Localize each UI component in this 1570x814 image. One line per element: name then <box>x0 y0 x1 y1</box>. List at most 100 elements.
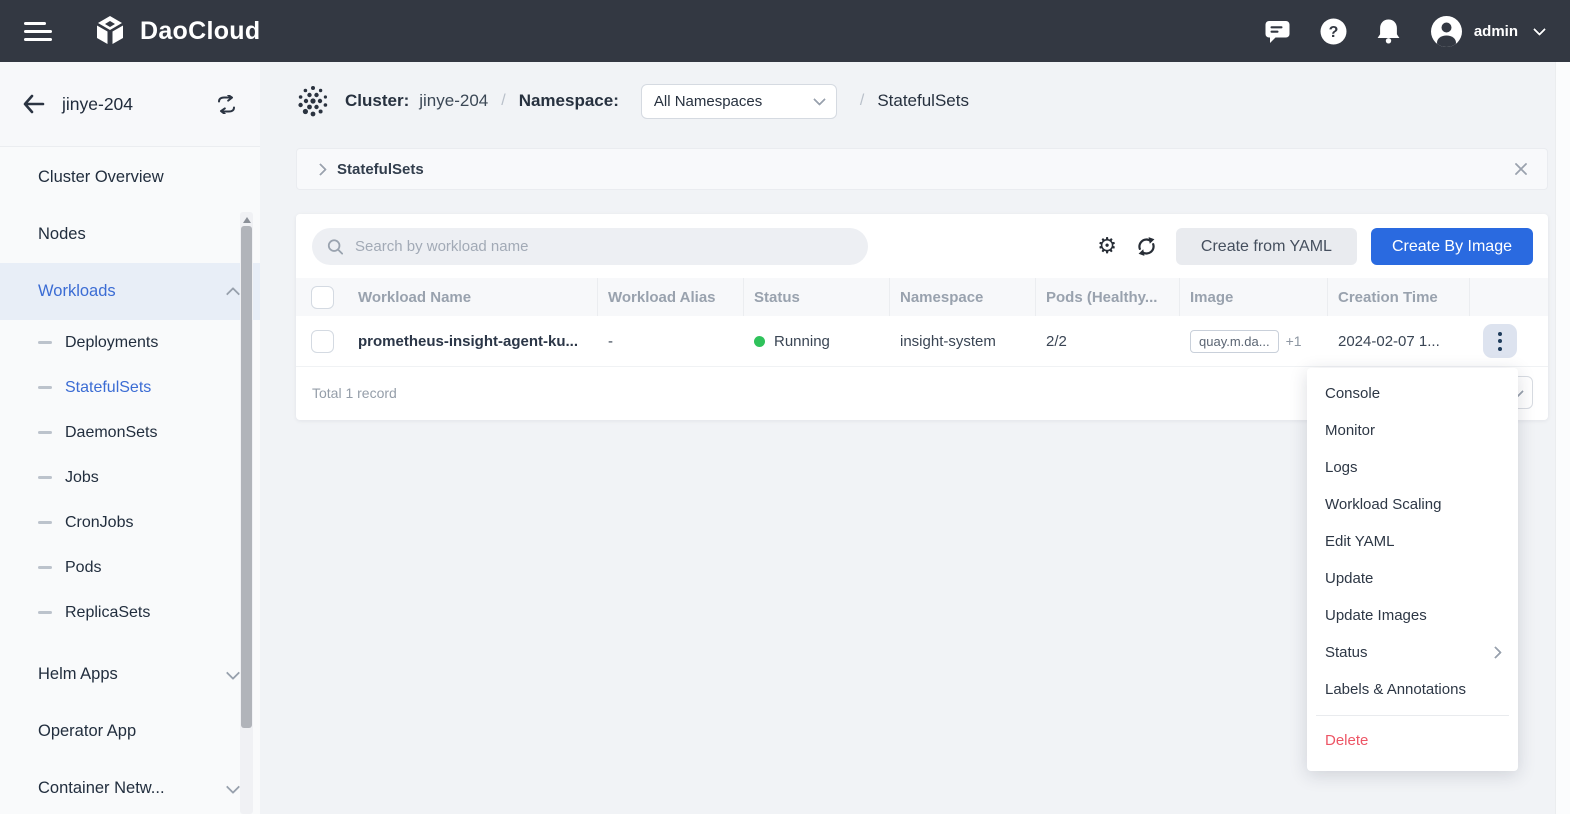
sidebar-scrollbar[interactable] <box>240 212 253 814</box>
scrollbar-up-arrow[interactable] <box>243 217 251 223</box>
menu-item-edit-yaml[interactable]: Edit YAML <box>1307 523 1518 560</box>
create-by-image-button[interactable]: Create By Image <box>1371 228 1533 265</box>
menu-divider <box>1316 715 1509 716</box>
namespace-cell: insight-system <box>890 333 1036 350</box>
menu-item-status[interactable]: Status <box>1307 634 1518 671</box>
sidebar-item-cluster-overview[interactable]: Cluster Overview <box>0 149 260 206</box>
row-actions-context-menu: Console Monitor Logs Workload Scaling Ed… <box>1307 368 1518 771</box>
col-workload-name[interactable]: Workload Name <box>348 278 598 316</box>
col-actions <box>1470 278 1548 316</box>
chevron-down-icon <box>226 665 240 679</box>
refresh-icon[interactable] <box>1136 236 1157 257</box>
namespace-select-value: All Namespaces <box>654 93 762 110</box>
dash-icon <box>38 521 52 524</box>
table-header: Workload Name Workload Alias Status Name… <box>296 278 1548 316</box>
bell-icon[interactable] <box>1376 18 1401 45</box>
table-row: prometheus-insight-agent-ku... - Running… <box>296 316 1548 367</box>
workload-name-link[interactable]: prometheus-insight-agent-ku... <box>348 333 598 350</box>
col-pods[interactable]: Pods (Healthy... <box>1036 278 1180 316</box>
chevron-down-icon <box>813 93 826 106</box>
sidebar-item-statefulsets[interactable]: StatefulSets <box>0 365 260 410</box>
cluster-value[interactable]: jinye-204 <box>419 91 488 111</box>
total-records-label: Total 1 record <box>312 385 397 401</box>
chevron-down-icon <box>1533 23 1546 36</box>
chevron-right-icon <box>314 163 327 176</box>
sidebar-item-deployments[interactable]: Deployments <box>0 320 260 365</box>
card-toolbar: ⚙ Create from YAML Create By Image <box>296 214 1548 278</box>
create-from-yaml-button[interactable]: Create from YAML <box>1176 228 1357 265</box>
user-menu[interactable]: admin <box>1430 15 1544 48</box>
menu-item-workload-scaling[interactable]: Workload Scaling <box>1307 486 1518 523</box>
context-header: Cluster: jinye-204 / Namespace: All Name… <box>296 79 969 123</box>
switch-cluster-icon[interactable] <box>215 95 238 114</box>
status-dot <box>754 336 765 347</box>
dash-icon <box>38 566 52 569</box>
help-icon[interactable]: ? <box>1320 18 1347 45</box>
select-all-checkbox[interactable] <box>311 286 334 309</box>
col-namespace[interactable]: Namespace <box>890 278 1036 316</box>
sidebar-nav: Cluster Overview Nodes Workloads Deploym… <box>0 147 260 814</box>
workload-alias-cell: - <box>598 333 744 350</box>
creation-time-cell: 2024-02-07 1... <box>1328 333 1470 350</box>
namespace-select[interactable]: All Namespaces <box>641 84 837 119</box>
image-more-badge[interactable]: +1 <box>1286 333 1302 349</box>
search-box[interactable] <box>312 228 868 265</box>
dash-icon <box>38 476 52 479</box>
back-arrow-icon[interactable] <box>22 94 45 114</box>
sidebar-item-operator-app[interactable]: Operator App <box>0 703 260 760</box>
sidebar-header: jinye-204 <box>0 62 260 147</box>
menu-item-update[interactable]: Update <box>1307 560 1518 597</box>
sidebar-item-container-network[interactable]: Container Netw... <box>0 760 260 814</box>
top-navigation-bar: DaoCloud ? <box>0 0 1570 62</box>
page-title: StatefulSets <box>877 91 969 111</box>
menu-item-delete[interactable]: Delete <box>1307 722 1518 759</box>
menu-item-monitor[interactable]: Monitor <box>1307 412 1518 449</box>
pods-cell: 2/2 <box>1036 333 1180 350</box>
menu-item-labels-annotations[interactable]: Labels & Annotations <box>1307 671 1518 708</box>
col-creation-time[interactable]: Creation Time <box>1328 278 1470 316</box>
main-scrollbar-track[interactable] <box>1555 62 1570 814</box>
col-workload-alias[interactable]: Workload Alias <box>598 278 744 316</box>
dash-icon <box>38 341 52 344</box>
username-label: admin <box>1474 23 1518 40</box>
sidebar-item-helm-apps[interactable]: Helm Apps <box>0 646 260 703</box>
chat-icon[interactable] <box>1264 19 1291 44</box>
row-actions-kebab-button[interactable] <box>1483 324 1517 358</box>
image-chip[interactable]: quay.m.da... <box>1190 330 1279 353</box>
svg-text:?: ? <box>1328 24 1338 41</box>
dash-icon <box>38 431 52 434</box>
kebab-icon <box>1498 332 1502 336</box>
sidebar-item-replicasets[interactable]: ReplicaSets <box>0 590 260 635</box>
sidebar-item-pods[interactable]: Pods <box>0 545 260 590</box>
col-image[interactable]: Image <box>1180 278 1328 316</box>
col-status[interactable]: Status <box>744 278 890 316</box>
sidebar-item-cronjobs[interactable]: CronJobs <box>0 500 260 545</box>
sidebar: jinye-204 Cluster Overview Nodes Workloa… <box>0 62 260 814</box>
brand-logo[interactable]: DaoCloud <box>92 13 260 49</box>
status-cell: Running <box>744 333 890 350</box>
app-window: DaoCloud ? <box>0 0 1570 814</box>
cluster-dots-icon <box>296 83 330 119</box>
sidebar-item-nodes[interactable]: Nodes <box>0 206 260 263</box>
search-input[interactable] <box>353 237 853 256</box>
chevron-right-icon <box>1489 646 1502 659</box>
sidebar-item-workloads[interactable]: Workloads <box>0 263 260 320</box>
breadcrumb-title: StatefulSets <box>337 161 424 178</box>
menu-item-console[interactable]: Console <box>1307 375 1518 412</box>
scrollbar-thumb[interactable] <box>241 226 252 728</box>
sidebar-cluster-name: jinye-204 <box>62 94 133 115</box>
sidebar-item-daemonsets[interactable]: DaemonSets <box>0 410 260 455</box>
image-cell: quay.m.da... +1 <box>1180 330 1328 353</box>
close-icon[interactable] <box>1514 162 1528 176</box>
dash-icon <box>38 386 52 389</box>
menu-item-update-images[interactable]: Update Images <box>1307 597 1518 634</box>
sidebar-item-jobs[interactable]: Jobs <box>0 455 260 500</box>
row-checkbox[interactable] <box>311 330 334 353</box>
status-text: Running <box>774 333 830 350</box>
gear-icon[interactable]: ⚙ <box>1097 236 1117 258</box>
daocloud-cube-icon <box>92 13 128 49</box>
brand-name: DaoCloud <box>140 17 260 46</box>
search-icon <box>327 238 343 255</box>
hamburger-menu-icon[interactable] <box>24 17 52 46</box>
menu-item-logs[interactable]: Logs <box>1307 449 1518 486</box>
